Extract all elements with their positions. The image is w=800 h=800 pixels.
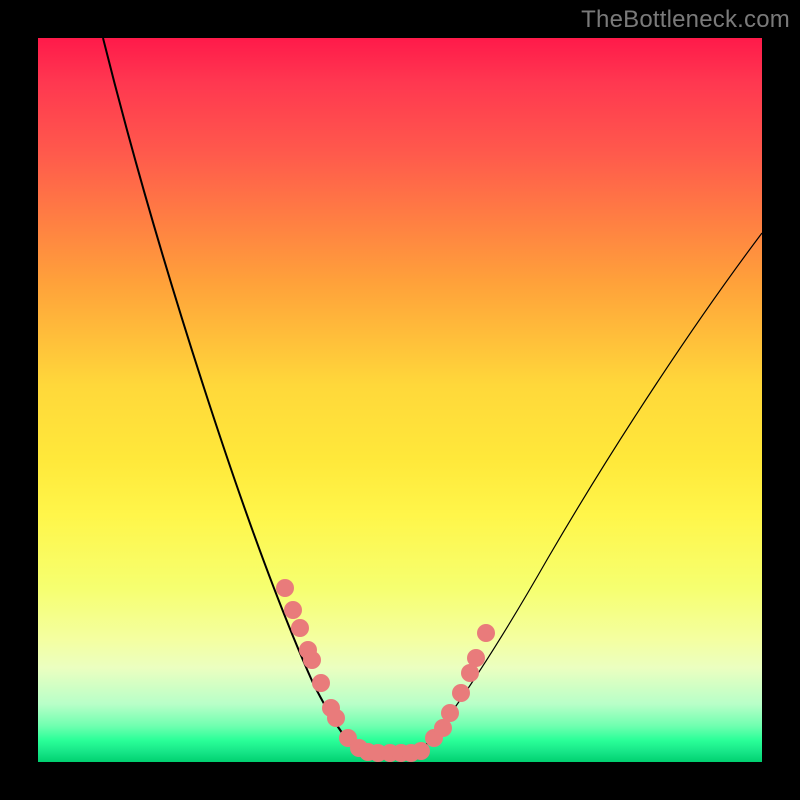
data-dot [291, 619, 309, 637]
data-dot [276, 579, 294, 597]
watermark-text: TheBottleneck.com [581, 6, 790, 34]
data-dot [467, 649, 485, 667]
data-dot [441, 704, 459, 722]
curve-left [103, 38, 360, 750]
data-dot [477, 624, 495, 642]
chart-svg [38, 38, 762, 762]
data-dot [312, 674, 330, 692]
data-dot [303, 651, 321, 669]
data-dot [452, 684, 470, 702]
plot-area [38, 38, 762, 762]
outer-frame: TheBottleneck.com [0, 0, 800, 800]
data-dot [412, 742, 430, 760]
data-dot [284, 601, 302, 619]
data-dot [327, 709, 345, 727]
